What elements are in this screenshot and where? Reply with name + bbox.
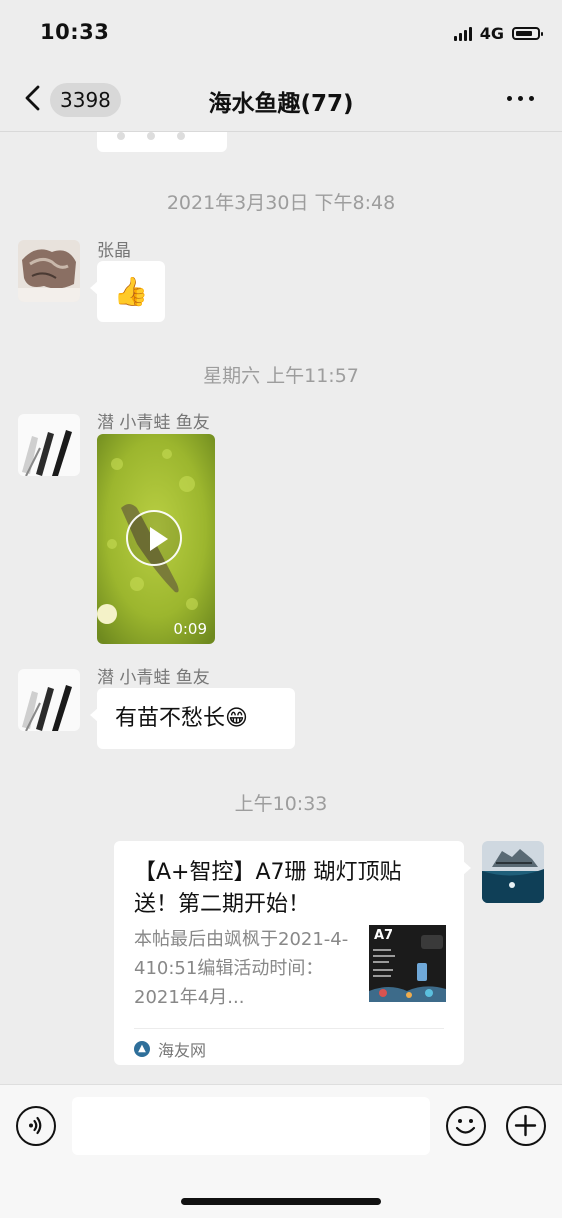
link-card[interactable]: 【A+智控】A7珊 瑚灯顶贴送！第二期开始！ 本帖最后由飒枫于2021-4-41… bbox=[114, 841, 471, 1065]
sender-name: 潜 小青蛙 鱼友 bbox=[97, 668, 210, 688]
divider bbox=[134, 1028, 444, 1029]
thumbs-up-emoji: 👍 bbox=[113, 275, 149, 308]
source-logo-icon: ▲ bbox=[134, 1041, 150, 1057]
sender-name: 潜 小青蛙 鱼友 bbox=[97, 413, 210, 433]
unread-count-badge[interactable]: 3398 bbox=[50, 83, 121, 117]
emoji-icon[interactable] bbox=[446, 1106, 486, 1146]
status-indicators: 4G bbox=[453, 24, 543, 43]
link-card-source: ▲ 海友网 bbox=[134, 1037, 206, 1061]
signal-icon bbox=[453, 26, 472, 41]
link-card-thumbnail: A7 bbox=[369, 925, 446, 1002]
timestamp: 星期六 上午11:57 bbox=[203, 365, 359, 387]
home-indicator[interactable] bbox=[181, 1198, 381, 1205]
video-duration: 0:09 bbox=[173, 620, 207, 638]
avatar[interactable] bbox=[18, 669, 80, 731]
message-bubble[interactable]: 有苗不愁长😁 bbox=[90, 688, 295, 749]
avatar[interactable] bbox=[18, 414, 80, 476]
link-card-description: 本帖最后由飒枫于2021-4-410:51编辑活动时间：2021年4月... bbox=[134, 929, 349, 1008]
avatar[interactable] bbox=[482, 841, 544, 903]
previous-message-bubble[interactable] bbox=[97, 132, 227, 152]
sender-name: 张晶 bbox=[97, 241, 131, 261]
message-text: 有苗不愁长😁 bbox=[115, 706, 248, 731]
back-icon[interactable] bbox=[20, 84, 48, 112]
plus-icon[interactable] bbox=[506, 1106, 546, 1146]
message-bubble[interactable]: 👍 bbox=[90, 261, 165, 322]
chat-messages[interactable]: 2021年3月30日 下午8:48 张晶 👍 星期六 上午11:57 潜 小青蛙… bbox=[0, 132, 562, 1084]
link-card-title: 【A+智控】A7珊 瑚灯顶贴送！第二期开始！ bbox=[134, 860, 402, 917]
timestamp: 2021年3月30日 下午8:48 bbox=[166, 192, 396, 214]
network-label: 4G bbox=[479, 24, 504, 43]
source-name: 海友网 bbox=[158, 1041, 207, 1060]
battery-icon bbox=[512, 27, 543, 40]
more-options-icon[interactable] bbox=[507, 96, 534, 101]
avatar[interactable] bbox=[18, 240, 80, 302]
timestamp: 上午10:33 bbox=[234, 793, 328, 815]
message-input[interactable] bbox=[72, 1097, 430, 1155]
thumbnail-label: A7 bbox=[374, 928, 394, 943]
video-message[interactable]: 0:09 bbox=[97, 434, 215, 644]
voice-icon[interactable] bbox=[16, 1106, 56, 1146]
status-time: 10:33 bbox=[40, 20, 110, 44]
play-icon[interactable] bbox=[126, 510, 182, 566]
